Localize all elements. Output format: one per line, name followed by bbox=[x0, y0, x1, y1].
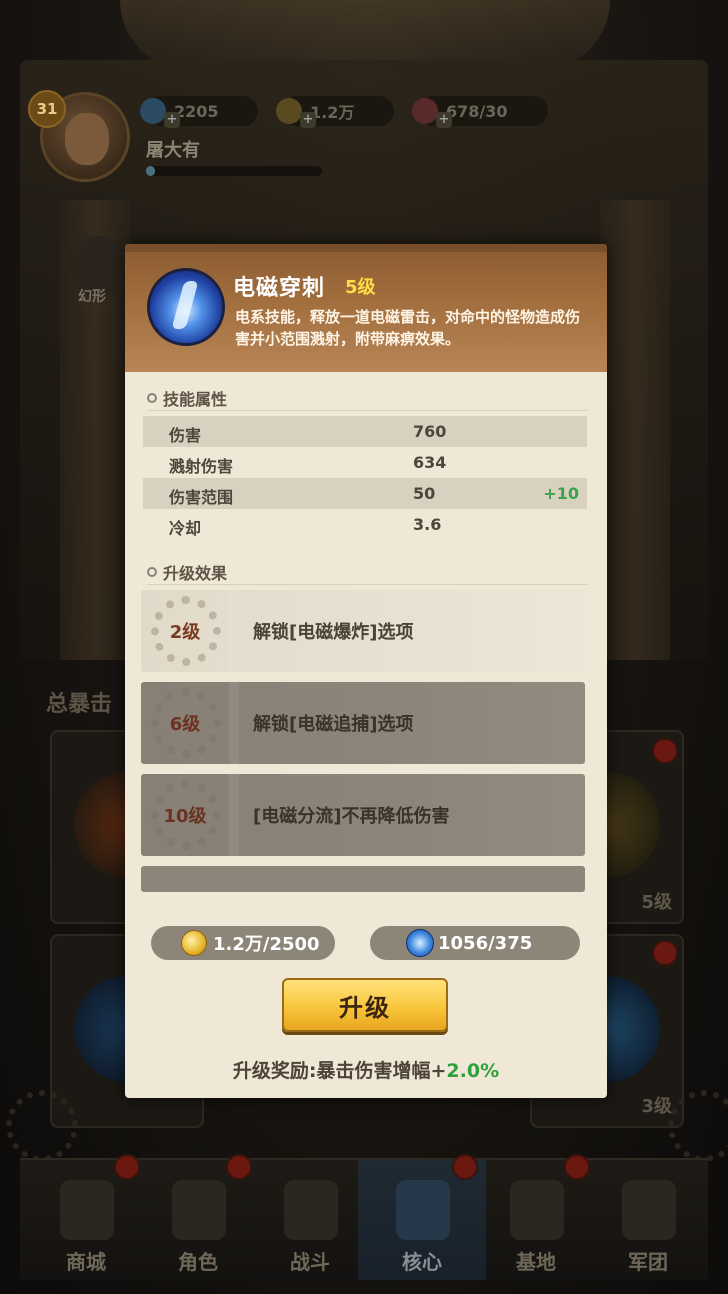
stamina-resource[interactable]: + 678/30 bbox=[412, 96, 548, 128]
upgrade-text: 解锁[电磁爆炸]选项 bbox=[253, 622, 414, 643]
upgrade-effect-item: 10级 [电磁分流]不再降低伤害 bbox=[141, 774, 585, 856]
crystal-cost: 1056/375 bbox=[370, 926, 580, 960]
section-marker-icon bbox=[147, 567, 157, 577]
lightning-skill-icon bbox=[147, 268, 225, 346]
gear-decoration bbox=[668, 1090, 728, 1162]
background-pillar bbox=[600, 200, 670, 660]
legion-icon bbox=[622, 1180, 676, 1240]
upgrade-section-title: 升级效果 bbox=[147, 560, 227, 584]
gold-cost: 1.2万/2500 bbox=[151, 926, 335, 960]
notification-dot bbox=[564, 1154, 590, 1180]
notification-dot bbox=[114, 1154, 140, 1180]
nav-battle[interactable]: 战斗 bbox=[254, 1160, 366, 1280]
attribute-bonus: +10 bbox=[543, 484, 579, 503]
upgrade-text: [电磁分流]不再降低伤害 bbox=[253, 806, 450, 827]
add-stamina-button[interactable]: + bbox=[436, 112, 452, 128]
notification-dot bbox=[652, 940, 678, 966]
reward-value: 2.0% bbox=[446, 1060, 500, 1082]
upgrade-level: 10级 bbox=[163, 806, 207, 827]
base-icon bbox=[510, 1180, 564, 1240]
skill-level: 5级 bbox=[345, 277, 376, 298]
add-gem-button[interactable]: + bbox=[164, 112, 180, 128]
gold-resource[interactable]: + 1.2万 bbox=[276, 96, 394, 128]
nav-label: 战斗 bbox=[290, 1250, 330, 1274]
notification-dot bbox=[452, 1154, 478, 1180]
attribute-row: 冷却 3.6 bbox=[169, 515, 442, 538]
total-crit-label: 总暴击 bbox=[46, 692, 113, 717]
player-name: 屠大有 bbox=[146, 140, 200, 161]
stamina-count: 678/30 bbox=[446, 101, 508, 121]
crystal-icon bbox=[406, 929, 434, 957]
transform-label: 幻形 bbox=[78, 289, 106, 305]
player-exp-bar bbox=[146, 166, 322, 176]
nav-label: 军团 bbox=[628, 1250, 668, 1274]
player-level-badge: 31 bbox=[28, 90, 66, 128]
bottom-navigation: 商城 角色 战斗 核心 基地 军团 bbox=[20, 1154, 708, 1280]
gem-icon bbox=[140, 98, 166, 124]
gear-decoration bbox=[6, 1090, 78, 1162]
battle-icon bbox=[284, 1180, 338, 1240]
notification-dot bbox=[226, 1154, 252, 1180]
skill-description: 电系技能，释放一道电磁雷击，对命中的怪物造成伤害并小范围溅射，附带麻痹效果。 bbox=[235, 308, 581, 348]
shop-icon bbox=[60, 1180, 114, 1240]
upgrade-effect-item: 6级 解锁[电磁追捕]选项 bbox=[141, 682, 585, 764]
upgrade-level: 6级 bbox=[169, 714, 201, 735]
character-icon bbox=[172, 1180, 226, 1240]
divider bbox=[147, 410, 587, 411]
add-gold-button[interactable]: + bbox=[300, 112, 316, 128]
divider bbox=[147, 584, 587, 585]
gold-coin-icon bbox=[276, 98, 302, 124]
gold-count: 1.2万 bbox=[310, 103, 355, 122]
upgrade-list-scroll-edge[interactable] bbox=[141, 866, 585, 892]
attribute-row: 伤害 760 bbox=[143, 416, 587, 447]
skill-header: 电磁穿刺 5级 电系技能，释放一道电磁雷击，对命中的怪物造成伤害并小范围溅射，附… bbox=[125, 244, 607, 372]
nav-label: 角色 bbox=[178, 1250, 218, 1274]
attributes-table: 伤害 760 溅射伤害 634 伤害范围 50 +10 冷却 3.6 bbox=[143, 416, 587, 540]
gem-resource[interactable]: + 2205 bbox=[140, 96, 258, 128]
meat-icon bbox=[412, 98, 438, 124]
nav-label: 核心 bbox=[402, 1250, 442, 1274]
upgrade-button[interactable]: 升级 bbox=[282, 978, 448, 1032]
skill-name: 电磁穿刺 bbox=[233, 276, 326, 301]
attribute-row: 溅射伤害 634 bbox=[169, 453, 447, 476]
skill-detail-popup: 电磁穿刺 5级 电系技能，释放一道电磁雷击，对命中的怪物造成伤害并小范围溅射，附… bbox=[125, 244, 607, 1098]
upgrade-effect-item: 2级 解锁[电磁爆炸]选项 bbox=[141, 590, 585, 672]
upgrade-text: 解锁[电磁追捕]选项 bbox=[253, 714, 414, 735]
gold-coin-icon bbox=[181, 930, 207, 956]
notification-dot bbox=[652, 738, 678, 764]
upgrade-reward: 升级奖励:暴击伤害增幅+2.0% bbox=[232, 1060, 500, 1082]
attribute-row: 伤害范围 50 +10 bbox=[143, 478, 587, 509]
core-icon bbox=[396, 1180, 450, 1240]
gem-count: 2205 bbox=[174, 101, 219, 121]
upgrade-level: 2级 bbox=[169, 622, 201, 643]
section-marker-icon bbox=[147, 393, 157, 403]
nav-label: 商城 bbox=[66, 1250, 106, 1274]
attributes-section-title: 技能属性 bbox=[147, 386, 227, 410]
nav-label: 基地 bbox=[516, 1250, 556, 1274]
nav-legion[interactable]: 军团 bbox=[592, 1160, 704, 1280]
